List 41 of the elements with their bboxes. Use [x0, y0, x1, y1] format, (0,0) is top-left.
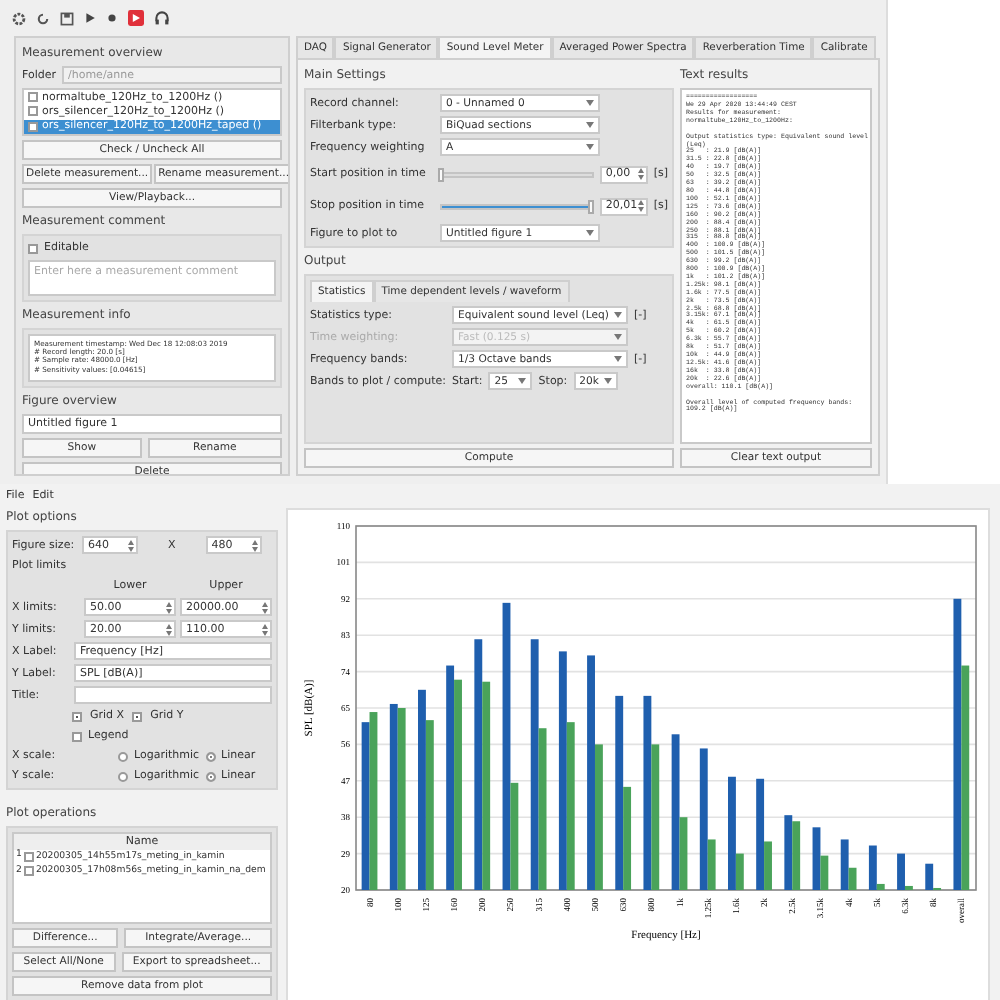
slider-thumb[interactable] [587, 199, 594, 213]
radio-button[interactable] [118, 771, 128, 781]
headphones-icon[interactable] [154, 10, 170, 26]
checkbox[interactable] [23, 866, 34, 877]
caret-icon [586, 230, 594, 236]
title-field[interactable] [74, 686, 272, 704]
checkbox[interactable] [72, 731, 82, 741]
radio-button[interactable] [118, 751, 128, 761]
radio-button[interactable] [205, 751, 216, 761]
play-icon[interactable] [84, 12, 96, 24]
spin-arrows-icon [166, 601, 172, 613]
checkbox[interactable] [28, 92, 38, 103]
caret-icon [614, 312, 622, 318]
checkbox[interactable] [23, 851, 34, 862]
spin-arrows-icon [251, 539, 258, 551]
spin-arrows-icon [637, 200, 644, 212]
record-icon[interactable] [106, 12, 118, 24]
play-icon[interactable] [128, 10, 144, 26]
slider-thumb[interactable] [438, 167, 444, 181]
slider-track[interactable] [440, 203, 594, 209]
checkbox[interactable] [72, 711, 82, 721]
radio-button[interactable] [205, 771, 216, 781]
spin-arrows-icon [637, 168, 644, 180]
caret-icon [614, 334, 622, 340]
checkbox[interactable] [28, 106, 38, 117]
caret-icon [518, 378, 527, 384]
spin-arrows-icon [262, 601, 268, 613]
spin-arrows-icon [128, 539, 134, 551]
caret-icon [614, 356, 622, 362]
settings-icon[interactable] [12, 11, 26, 25]
checkbox[interactable] [28, 121, 38, 132]
spin-arrows-icon [262, 623, 268, 635]
save-icon[interactable] [60, 11, 74, 25]
caret-icon [586, 100, 594, 106]
caret-icon [603, 378, 612, 384]
caret-icon [586, 144, 594, 150]
spin-arrows-icon [166, 623, 172, 635]
caret-icon [586, 122, 594, 128]
refresh-icon[interactable] [36, 11, 50, 25]
checkbox[interactable] [28, 243, 38, 253]
checkbox[interactable] [132, 711, 143, 721]
